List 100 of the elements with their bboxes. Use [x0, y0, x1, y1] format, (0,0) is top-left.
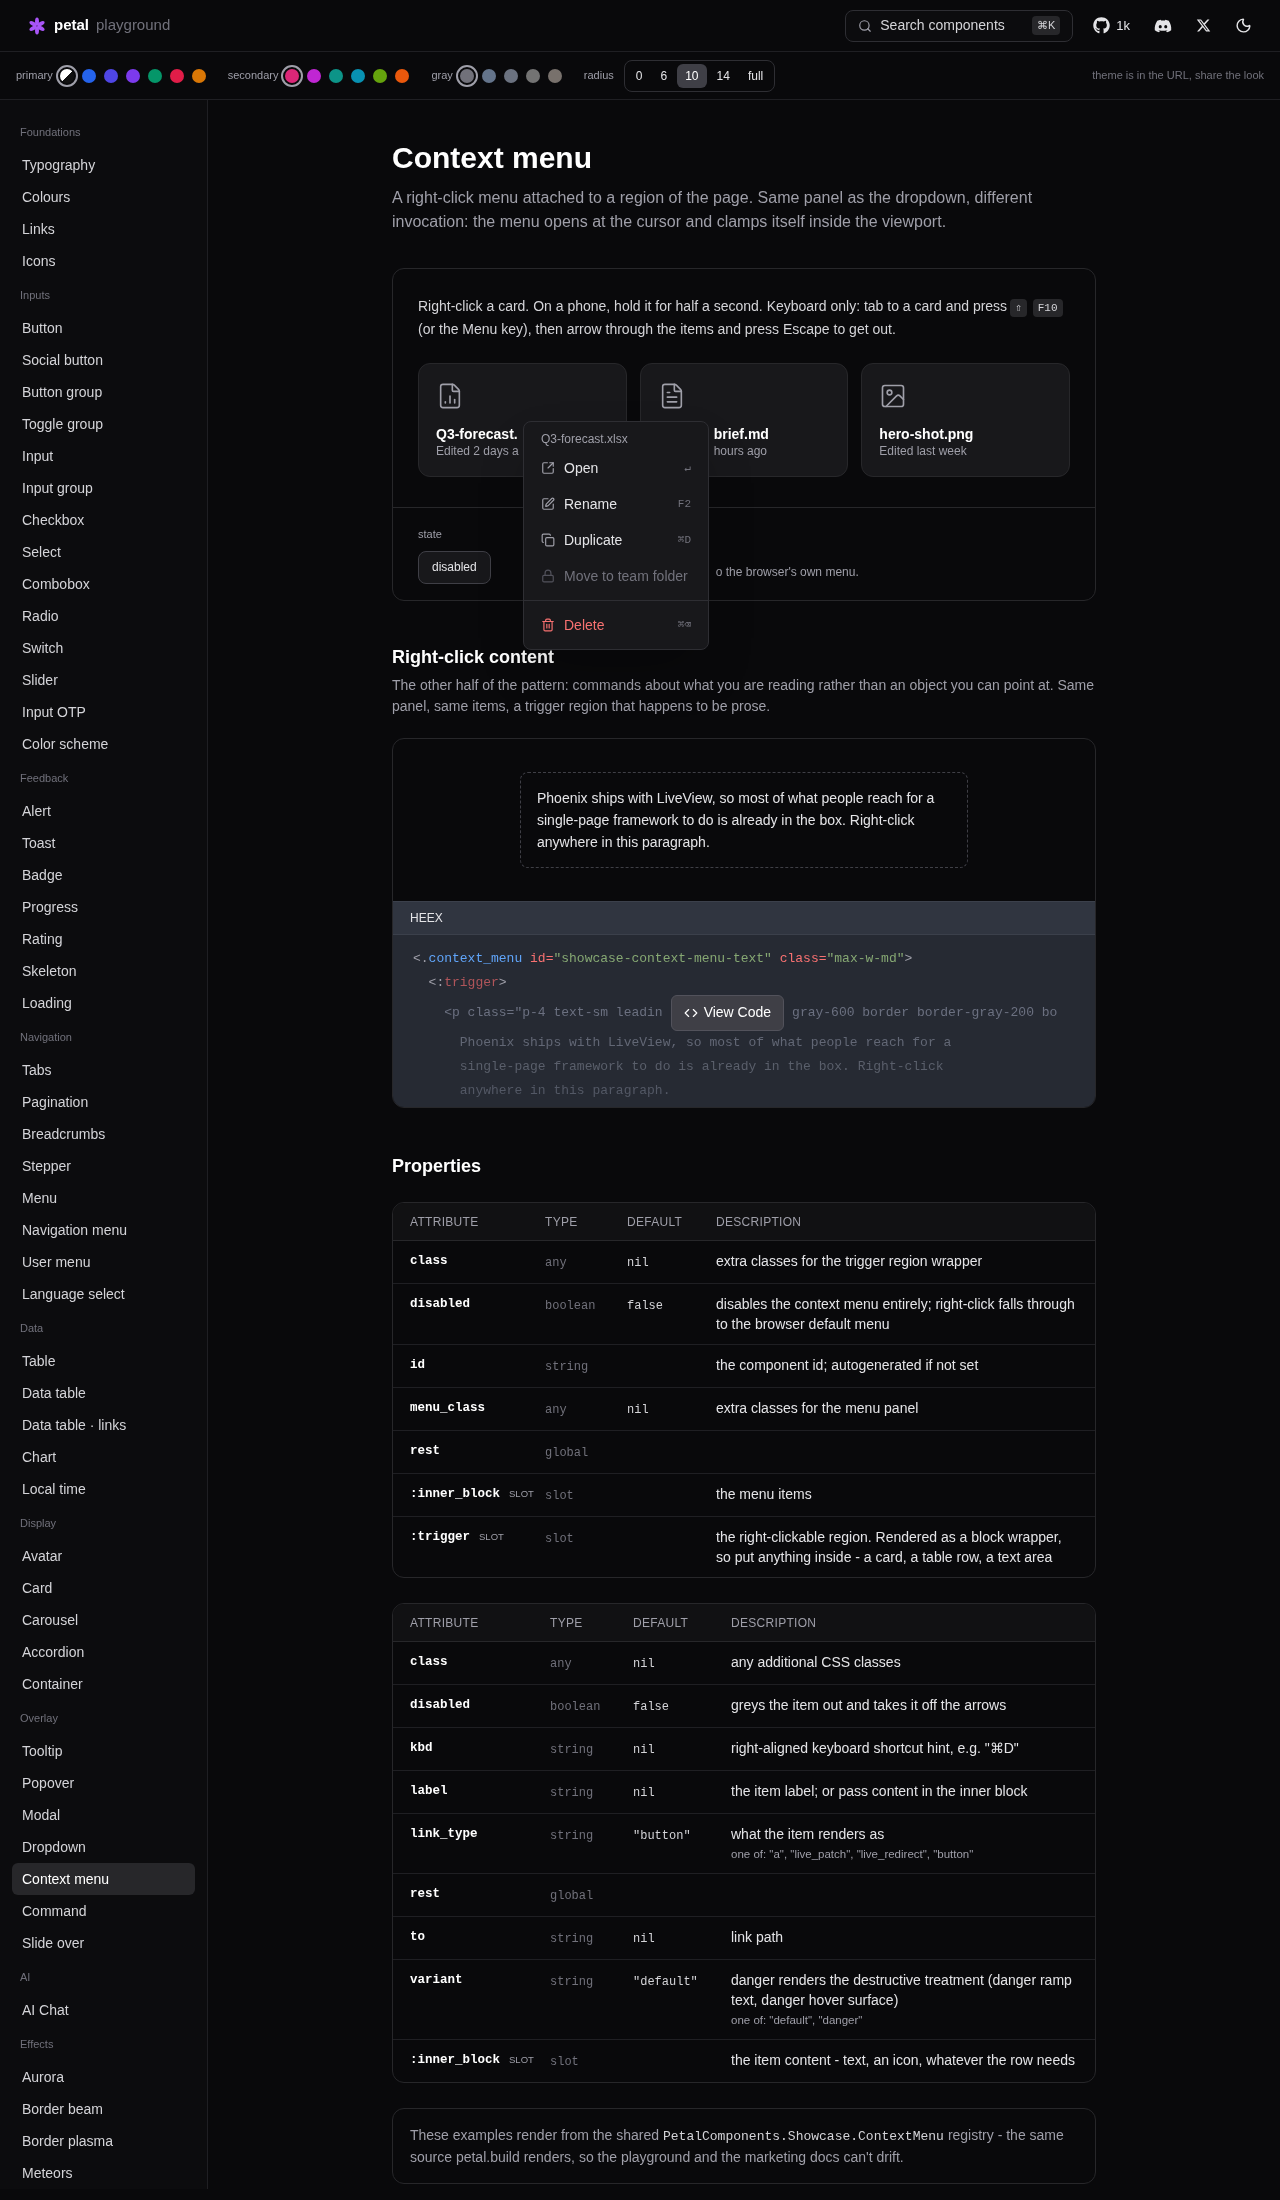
sidebar-item[interactable]: Alert — [12, 795, 195, 827]
sidebar-item[interactable]: Data table — [12, 1377, 195, 1409]
sidebar-item[interactable]: Toast — [12, 827, 195, 859]
sidebar-item[interactable]: Color scheme — [12, 728, 195, 760]
sidebar-item[interactable]: Button — [12, 312, 195, 344]
swatch-group-label: secondary — [227, 68, 279, 84]
type-cell: any — [550, 1656, 572, 1671]
sidebar-item[interactable]: Popover — [12, 1767, 195, 1799]
sidebar-item[interactable]: Avatar — [12, 1540, 195, 1572]
sidebar-item[interactable]: Progress — [12, 891, 195, 923]
sidebar-item[interactable]: Aurora — [12, 2061, 195, 2093]
right-click-region[interactable]: Phoenix ships with LiveView, so most of what people reach for a single-page framework to do is already in the box. Right-click anywhere in this paragraph. — [520, 771, 968, 868]
column-header: TYPE — [545, 1215, 578, 1229]
state-hint: o the browser's own menu. — [715, 563, 859, 581]
sidebar-item[interactable]: Links — [12, 213, 195, 245]
sidebar-heading: Foundations — [20, 124, 81, 140]
view-code-button[interactable]: View Code — [670, 994, 785, 1031]
sidebar-item[interactable]: Dropdown — [12, 1831, 195, 1863]
sidebar-item[interactable]: Input OTP — [12, 696, 195, 728]
description-cell-text: extra classes for the menu panel — [716, 1398, 920, 1418]
sidebar-item[interactable]: Slide over — [12, 1927, 195, 1959]
sidebar-item[interactable]: Button group — [12, 376, 195, 408]
sidebar-item[interactable]: Table — [12, 1345, 195, 1377]
color-swatch[interactable] — [455, 64, 478, 87]
radius-option[interactable]: full — [739, 63, 772, 88]
sidebar-item[interactable]: Input group — [12, 472, 195, 504]
sidebar-item[interactable]: Local time — [12, 1473, 195, 1505]
sidebar-item[interactable]: Social button — [12, 344, 195, 376]
sidebar-item[interactable]: Accordion — [12, 1636, 195, 1668]
sidebar-item[interactable]: Pagination — [12, 1086, 195, 1118]
sidebar-item[interactable]: Toggle group — [12, 408, 195, 440]
sidebar-item[interactable]: Colours — [12, 181, 195, 213]
radius-option[interactable]: 10 — [677, 63, 707, 88]
attribute-name: label — [410, 1782, 448, 1800]
radius-option[interactable]: 14 — [708, 63, 738, 88]
description-cell-text: right-aligned keyboard shortcut hint, e.g. "⌘D" — [731, 1738, 1020, 1758]
sidebar-item[interactable]: User menu — [12, 1246, 195, 1278]
search-field[interactable]: Search components — [880, 15, 1024, 36]
sidebar-item[interactable]: Input — [12, 440, 195, 472]
context-menu-option[interactable]: Duplicate ⌘D — [524, 522, 708, 558]
default-cell: "button" — [633, 1828, 691, 1843]
sidebar-item[interactable]: Meteors — [12, 2157, 195, 2189]
sidebar-item[interactable]: Data table · links — [12, 1409, 195, 1441]
description-cell-text: any additional CSS classes — [731, 1652, 902, 1672]
sidebar-item[interactable]: Context menu — [12, 1863, 195, 1895]
sidebar-item[interactable]: Tabs — [12, 1054, 195, 1086]
sidebar-item[interactable]: Radio — [12, 600, 195, 632]
description-cell-text: link path — [731, 1927, 785, 1947]
code-line: <:trigger> — [427, 973, 508, 992]
sidebar-item[interactable]: Border plasma — [12, 2125, 195, 2157]
sidebar-heading: Inputs — [20, 287, 50, 303]
sidebar-item[interactable]: Card — [12, 1572, 195, 1604]
sidebar-item[interactable]: Combobox — [12, 568, 195, 600]
sidebar-item[interactable]: Typography — [12, 149, 195, 181]
type-cell: slot — [545, 1488, 574, 1503]
sidebar-item[interactable]: Border beam — [12, 2093, 195, 2125]
sidebar-item[interactable]: Container — [12, 1668, 195, 1700]
sidebar-item[interactable]: Language select — [12, 1278, 195, 1310]
description-cell-text: the component id; autogenerated if not set — [716, 1355, 980, 1375]
sidebar-item[interactable]: Chart — [12, 1441, 195, 1473]
allowed-values-note: one of: "a", "live_patch", "live_redirect", "button" — [731, 1846, 975, 1862]
context-menu-option[interactable]: Rename F2 — [524, 486, 708, 522]
sidebar-item[interactable]: Rating — [12, 923, 195, 955]
type-cell: any — [545, 1402, 567, 1417]
slot-label: SLOT — [509, 1486, 534, 1501]
sidebar-item[interactable]: Switch — [12, 632, 195, 664]
color-swatch[interactable] — [281, 64, 304, 87]
radius-option[interactable]: 0 — [627, 63, 651, 88]
column-header: DESCRIPTION — [731, 1616, 817, 1630]
sidebar-item[interactable]: Command — [12, 1895, 195, 1927]
sidebar-item[interactable]: Icons — [12, 245, 195, 277]
description-cell-text: the right-clickable region. Rendered as a block wrapper, so put anything inside - a card, a table row, a text area — [716, 1527, 1063, 1567]
context-menu-option[interactable]: Delete ⌘⌫ — [524, 607, 708, 643]
moon-icon[interactable] — [1235, 17, 1252, 34]
sidebar-item[interactable]: Menu — [12, 1182, 195, 1214]
sidebar-item[interactable]: Tooltip — [12, 1735, 195, 1767]
sidebar-item[interactable]: AI Chat — [12, 1994, 195, 2026]
radius-option[interactable]: 6 — [652, 63, 676, 88]
sidebar-item[interactable]: Modal — [12, 1799, 195, 1831]
sidebar-item[interactable]: Badge — [12, 859, 195, 891]
default-cell: nil — [627, 1255, 649, 1270]
sidebar-item[interactable]: Loading — [12, 987, 195, 1019]
sidebar-item[interactable]: Skeleton — [12, 955, 195, 987]
swatch-group-label: primary — [16, 68, 53, 84]
instructions-text: (or the Menu key), then arrow through the items and press Escape to get out. — [418, 321, 896, 337]
sidebar-item[interactable]: Navigation menu — [12, 1214, 195, 1246]
sidebar-item[interactable]: Select — [12, 536, 195, 568]
color-swatch[interactable] — [55, 64, 78, 87]
sidebar-item[interactable]: Stepper — [12, 1150, 195, 1182]
default-cell: nil — [633, 1656, 655, 1671]
search-bar[interactable]: Search components ⌘K — [845, 9, 1074, 42]
sidebar-item[interactable]: Slider — [12, 664, 195, 696]
sidebar-item[interactable]: Breadcrumbs — [12, 1118, 195, 1150]
github-link[interactable]: 1k — [1093, 15, 1130, 36]
file-card[interactable]: hero-shot.png Edited last week — [861, 363, 1070, 477]
x-icon[interactable] — [1196, 18, 1211, 33]
type-cell: string — [550, 1931, 594, 1946]
sidebar-item[interactable]: Carousel — [12, 1604, 195, 1636]
sidebar-item[interactable]: Checkbox — [12, 504, 195, 536]
type-cell: global — [545, 1445, 589, 1460]
